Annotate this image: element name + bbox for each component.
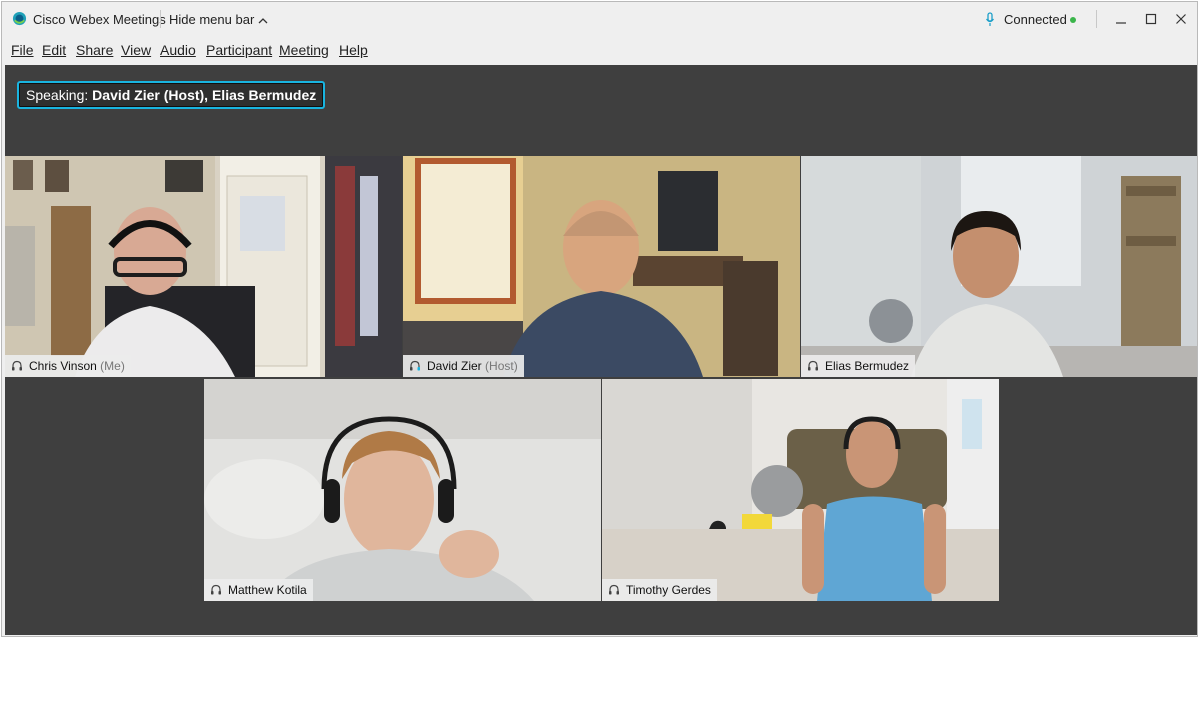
participant-name: Matthew Kotila — [228, 583, 307, 597]
webex-window: Cisco Webex Meetings Hide menu bar Conne… — [1, 1, 1198, 637]
hide-menu-bar-button[interactable]: Hide menu bar — [169, 12, 268, 27]
video-tile-matthew-kotila[interactable]: Matthew Kotila — [204, 379, 601, 601]
title-divider — [160, 10, 161, 28]
participant-video — [403, 156, 800, 377]
menu-participant[interactable]: Participant — [206, 42, 272, 58]
menu-help-label: Help — [339, 42, 368, 58]
menu-meeting-label: Meeting — [279, 42, 329, 58]
participant-name: David Zier — [427, 359, 482, 373]
video-tile-david-zier[interactable]: David Zier (Host) — [403, 156, 800, 377]
menu-file[interactable]: File — [11, 42, 34, 58]
participant-name-tag: Elias Bermudez — [801, 355, 916, 377]
headset-icon — [808, 360, 818, 371]
app-title: Cisco Webex Meetings — [33, 12, 166, 27]
menu-share[interactable]: Share — [76, 42, 113, 58]
menu-meeting[interactable]: Meeting — [279, 42, 329, 58]
headset-icon — [12, 360, 22, 371]
participant-video — [5, 156, 402, 377]
speaking-names: David Zier (Host), Elias Bermudez — [92, 87, 317, 103]
menu-share-label: Share — [76, 42, 114, 58]
speaking-indicator: Speaking: David Zier (Host), Elias Bermu… — [17, 81, 326, 109]
webex-logo-icon — [12, 11, 27, 26]
participant-name-tag: David Zier (Host) — [403, 355, 524, 377]
headset-icon — [609, 584, 619, 595]
participant-name-tag: Chris Vinson (Me) — [5, 355, 131, 377]
menu-audio-label: Audio — [160, 42, 196, 58]
video-tile-elias-bermudez[interactable]: Elias Bermudez — [801, 156, 1197, 377]
headset-icon — [211, 584, 221, 595]
hide-menu-bar-label: Hide menu bar — [169, 12, 255, 27]
menu-edit-label: Edit — [42, 42, 67, 58]
participant-video — [801, 156, 1197, 377]
video-tile-timothy-gerdes[interactable]: Timothy Gerdes — [602, 379, 999, 601]
maximize-icon — [1145, 13, 1157, 25]
video-stage: Speaking: David Zier (Host), Elias Bermu… — [5, 65, 1197, 635]
chevron-up-icon — [258, 18, 268, 24]
close-button[interactable] — [1167, 8, 1195, 30]
menu-view[interactable]: View — [121, 42, 151, 58]
participant-name-tag: Timothy Gerdes — [602, 579, 717, 601]
menu-view-label: View — [121, 42, 152, 58]
headset-icon — [410, 360, 420, 371]
menu-file-label: File — [11, 42, 34, 58]
connection-status: Connected — [1004, 12, 1067, 27]
controls-divider — [1096, 10, 1097, 28]
participant-role: (Host) — [485, 359, 518, 373]
participant-role: (Me) — [100, 359, 125, 373]
title-bar: Cisco Webex Meetings Hide menu bar Conne… — [2, 2, 1197, 36]
participant-name: Chris Vinson — [29, 359, 97, 373]
connection-indicator — [1070, 17, 1076, 23]
menu-audio[interactable]: Audio — [160, 42, 196, 58]
participant-name: Elias Bermudez — [825, 359, 910, 373]
close-icon — [1176, 14, 1186, 24]
maximize-button[interactable] — [1137, 8, 1165, 30]
participant-video — [204, 379, 601, 601]
participant-name-tag: Matthew Kotila — [204, 579, 313, 601]
minimize-icon — [1116, 22, 1126, 24]
microphone-icon[interactable] — [985, 12, 995, 27]
speaking-prefix: Speaking: — [26, 87, 89, 103]
video-tile-chris-vinson[interactable]: Chris Vinson (Me) — [5, 156, 402, 377]
menu-participant-label: Participant — [206, 42, 273, 58]
menu-edit[interactable]: Edit — [42, 42, 66, 58]
participant-video — [602, 379, 999, 601]
menu-bar: File Edit Share View Audio Participant M… — [2, 36, 1197, 64]
menu-help[interactable]: Help — [339, 42, 368, 58]
minimize-button[interactable] — [1107, 8, 1135, 30]
participant-name: Timothy Gerdes — [626, 583, 711, 597]
